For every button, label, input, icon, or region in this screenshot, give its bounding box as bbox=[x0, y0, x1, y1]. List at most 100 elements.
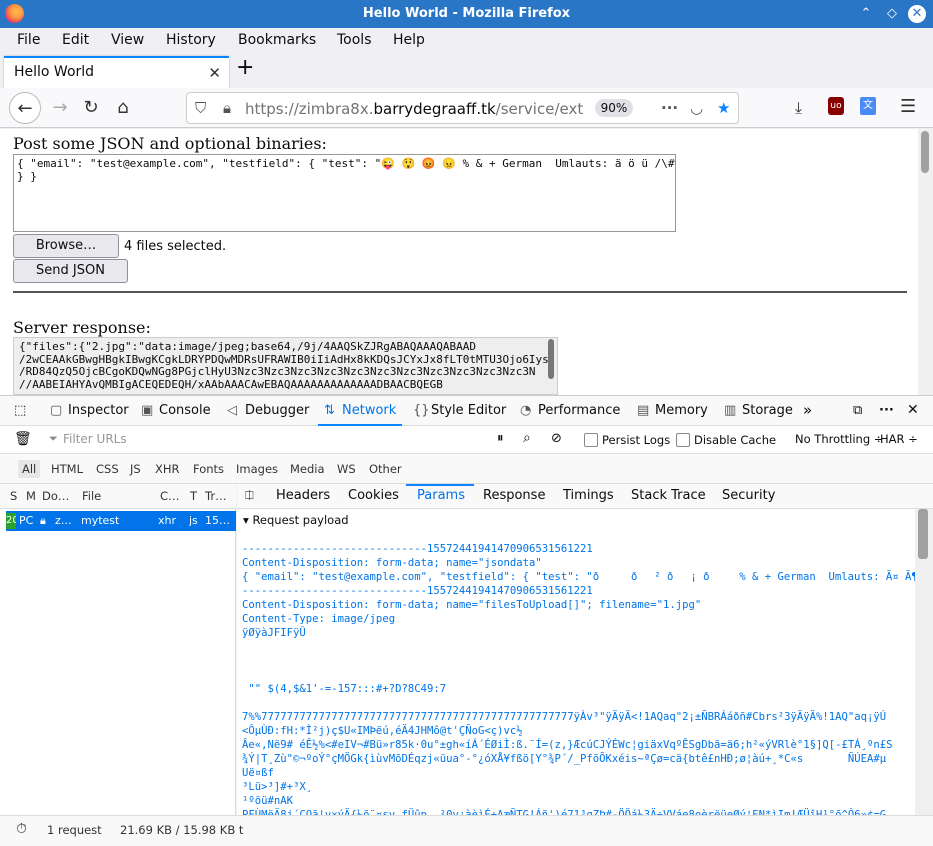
response-scroll-thumb[interactable] bbox=[548, 339, 554, 379]
tab-storage[interactable]: ▥ Storage bbox=[724, 403, 793, 418]
menu-tools[interactable]: Tools bbox=[337, 32, 372, 48]
active-side-tab-indicator bbox=[406, 484, 474, 486]
tab-inspector[interactable]: ▢ Inspector bbox=[50, 403, 129, 418]
home-icon[interactable]: ⌂ bbox=[107, 92, 139, 124]
devtools-menu-icon[interactable]: ··· bbox=[879, 403, 894, 418]
payload-scrollbar[interactable] bbox=[915, 509, 933, 815]
back-icon[interactable]: ← bbox=[9, 92, 41, 124]
payload-line: Content-Disposition: form-data; name="js… bbox=[242, 557, 542, 569]
toggle-sidebar-icon[interactable]: ⎅ bbox=[245, 489, 254, 503]
tab-response[interactable]: Response bbox=[483, 488, 545, 503]
filter-images[interactable]: Images bbox=[236, 462, 278, 476]
pause-icon[interactable]: ⏸ bbox=[497, 431, 504, 446]
url-bar[interactable]: ⛉ 🔒︎ https://zimbra8x.barrydegraaff.tk/s… bbox=[186, 92, 739, 124]
disable-cache-checkbox[interactable]: Disable Cache bbox=[676, 433, 776, 447]
filter-js[interactable]: JS bbox=[130, 462, 141, 476]
request-cause: xhr bbox=[158, 514, 177, 527]
lock-icon[interactable]: 🔒︎ bbox=[223, 99, 231, 117]
response-heading: Server response: bbox=[13, 318, 151, 337]
title-bar: Hello World - Mozilla Firefox ⌃ ◇ ✕ bbox=[0, 0, 933, 28]
filter-urls-input[interactable]: Filter URLs bbox=[63, 432, 127, 446]
element-picker-icon[interactable]: ⬚ bbox=[14, 403, 26, 418]
translate-icon[interactable]: 文 bbox=[860, 97, 876, 115]
close-tab-icon[interactable]: ✕ bbox=[208, 64, 221, 82]
filter-fonts[interactable]: Fonts bbox=[193, 462, 224, 476]
tracking-shield-icon[interactable]: ⛉ bbox=[195, 99, 206, 117]
trash-icon[interactable]: 🗑︎ bbox=[14, 431, 32, 447]
tab-strip: Hello World ✕ + bbox=[0, 52, 933, 88]
more-tools-icon[interactable]: » bbox=[803, 401, 812, 419]
page-scrollbar[interactable] bbox=[918, 129, 933, 395]
tab-headers[interactable]: Headers bbox=[276, 488, 330, 503]
new-tab-icon[interactable]: + bbox=[236, 57, 254, 79]
menu-help[interactable]: Help bbox=[393, 32, 425, 48]
tab-network[interactable]: ⇅ Network bbox=[324, 403, 396, 418]
payload-line bbox=[242, 654, 915, 668]
inspector-icon: ▢ bbox=[50, 403, 63, 418]
column-domain[interactable]: Do… bbox=[42, 489, 69, 503]
close-window-icon[interactable]: ✕ bbox=[908, 5, 926, 23]
menu-bookmarks[interactable]: Bookmarks bbox=[238, 32, 316, 48]
page-actions-icon[interactable]: ··· bbox=[661, 99, 678, 117]
tab-debugger[interactable]: ◁ Debugger bbox=[227, 403, 309, 418]
tab-params[interactable]: Params bbox=[417, 488, 465, 503]
tab-cookies[interactable]: Cookies bbox=[348, 488, 399, 503]
hamburger-menu-icon[interactable]: ☰ bbox=[900, 96, 916, 117]
page-heading: Post some JSON and optional binaries: bbox=[13, 134, 327, 153]
filter-xhr[interactable]: XHR bbox=[155, 462, 180, 476]
browse-button[interactable]: Browse… bbox=[13, 234, 119, 258]
json-textarea[interactable]: { "email": "test@example.com", "testfiel… bbox=[13, 154, 676, 232]
tab-security[interactable]: Security bbox=[722, 488, 775, 503]
search-icon[interactable]: ⌕ bbox=[523, 430, 531, 446]
pocket-icon[interactable]: ◡ bbox=[690, 99, 703, 117]
block-icon[interactable]: ⊘ bbox=[551, 431, 562, 446]
stopwatch-icon[interactable]: ⏱ bbox=[16, 821, 27, 837]
payload-text: -----------------------------15572441941… bbox=[242, 542, 915, 815]
tab-stack-trace[interactable]: Stack Trace bbox=[631, 488, 706, 503]
tab-memory[interactable]: ▤ Memory bbox=[637, 403, 708, 418]
menu-edit[interactable]: Edit bbox=[62, 32, 89, 48]
menu-file[interactable]: File bbox=[17, 32, 40, 48]
tab-timings[interactable]: Timings bbox=[563, 488, 614, 503]
storage-icon: ▥ bbox=[724, 403, 737, 418]
filter-other[interactable]: Other bbox=[369, 462, 402, 476]
send-json-button[interactable]: Send JSON bbox=[13, 259, 128, 283]
filter-media[interactable]: Media bbox=[290, 462, 325, 476]
column-status[interactable]: S bbox=[10, 489, 17, 503]
ublock-icon[interactable]: uo bbox=[828, 97, 844, 115]
column-file[interactable]: File bbox=[82, 489, 101, 503]
minimize-icon[interactable]: ⌃ bbox=[857, 5, 875, 23]
column-transferred[interactable]: Tr… bbox=[205, 489, 227, 503]
persist-logs-checkbox[interactable]: Persist Logs bbox=[584, 433, 670, 447]
browser-tab[interactable]: Hello World ✕ bbox=[4, 56, 229, 88]
har-menu[interactable]: HAR ÷ bbox=[880, 432, 918, 446]
throttling-select[interactable]: No Throttling ÷ bbox=[795, 432, 883, 446]
reload-icon[interactable]: ↻ bbox=[75, 92, 107, 124]
close-devtools-icon[interactable]: ✕ bbox=[907, 402, 919, 418]
downloads-icon[interactable]: ⤓ bbox=[795, 98, 802, 118]
menu-view[interactable]: View bbox=[111, 32, 144, 48]
forward-icon[interactable]: → bbox=[44, 92, 76, 124]
column-type[interactable]: T bbox=[190, 489, 197, 503]
bookmark-star-icon[interactable]: ★ bbox=[717, 99, 730, 117]
filter-ws[interactable]: WS bbox=[337, 462, 356, 476]
performance-icon: ◔ bbox=[520, 403, 532, 418]
payload-scroll-thumb[interactable] bbox=[918, 509, 928, 559]
table-row[interactable]: 20 PC 🔒︎ z… mytest xhr js 15… bbox=[6, 511, 236, 531]
column-cause[interactable]: C… bbox=[160, 489, 180, 503]
request-payload-header[interactable]: ▾ Request payload bbox=[243, 513, 349, 527]
filter-all[interactable]: All bbox=[18, 460, 41, 478]
tab-console[interactable]: ▣ Console bbox=[141, 403, 211, 418]
maximize-icon[interactable]: ◇ bbox=[883, 5, 901, 23]
dock-icon[interactable]: ⧉ bbox=[853, 403, 862, 418]
url-text[interactable]: https://zimbra8x.barrydegraaff.tk/servic… bbox=[245, 100, 583, 118]
tab-performance[interactable]: ◔ Performance bbox=[520, 403, 620, 418]
tab-style-editor[interactable]: {}Style Editor bbox=[413, 403, 506, 418]
menu-history[interactable]: History bbox=[166, 32, 216, 48]
column-method[interactable]: M bbox=[26, 489, 36, 503]
filter-css[interactable]: CSS bbox=[96, 462, 119, 476]
page-scroll-thumb[interactable] bbox=[921, 131, 929, 173]
zoom-level-badge[interactable]: 90% bbox=[595, 99, 633, 117]
filter-html[interactable]: HTML bbox=[51, 462, 83, 476]
payload-line: -----------------------------15572441941… bbox=[242, 585, 593, 597]
